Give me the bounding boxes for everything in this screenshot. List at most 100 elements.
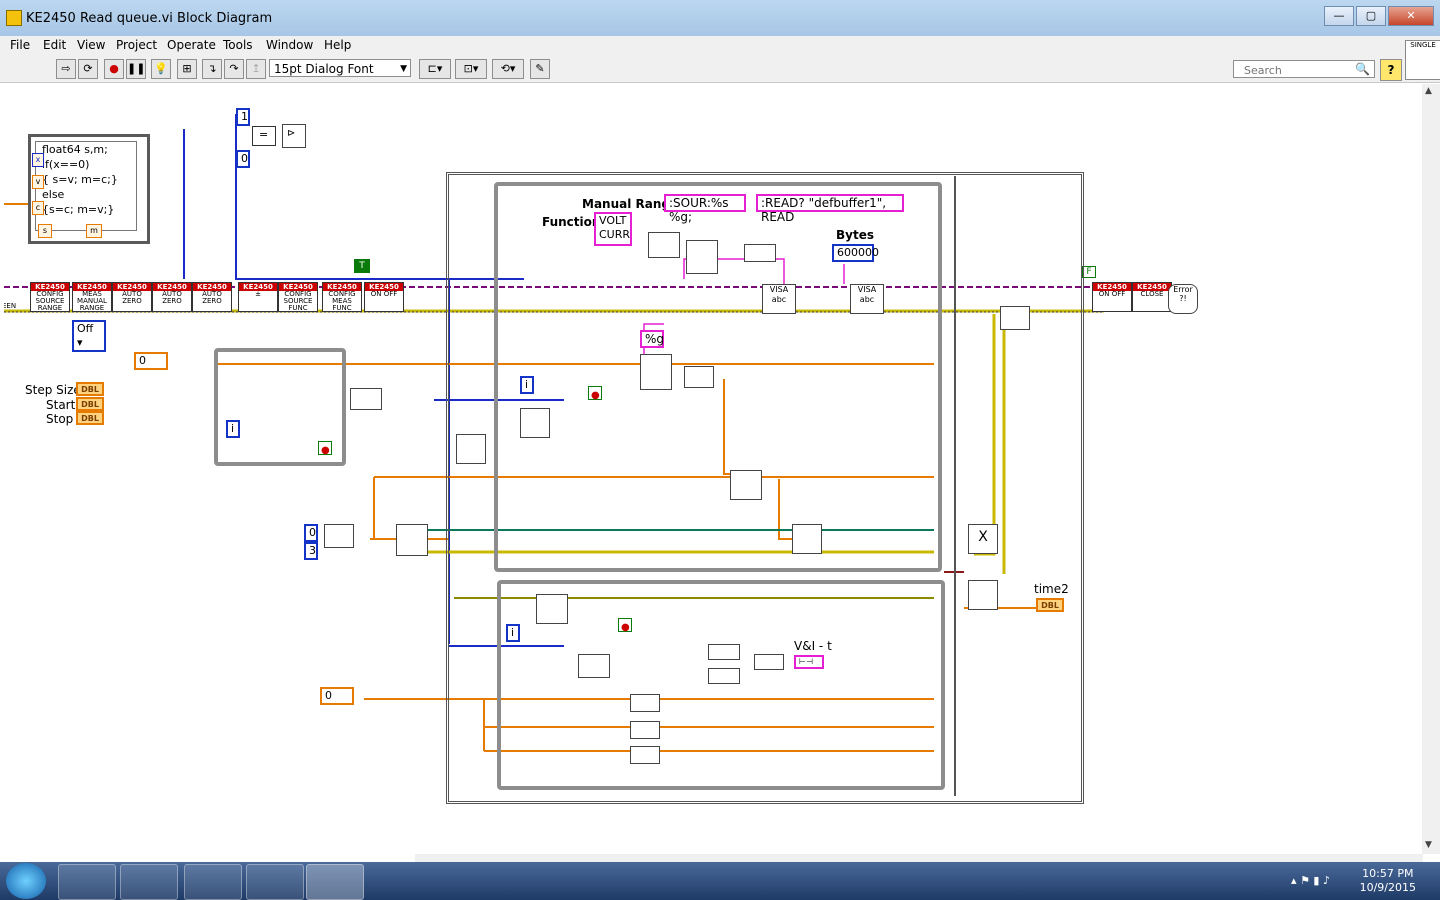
menu-file[interactable]: File bbox=[10, 38, 30, 52]
subvi-auto-zero-1[interactable]: KE2450 AUTO ZERO bbox=[112, 282, 152, 312]
menu-project[interactable]: Project bbox=[116, 38, 157, 52]
array-constant-zero-bottom[interactable]: 0 bbox=[320, 687, 354, 705]
run-continuously-icon[interactable]: ⟳ bbox=[78, 59, 98, 79]
subvi-meas-manual-range[interactable]: KE2450 MEAS MANUAL RANGE bbox=[72, 282, 112, 312]
bytes-constant[interactable]: 600000 bbox=[832, 244, 879, 262]
bottom-stop-condition-icon[interactable]: ● bbox=[618, 618, 632, 633]
select-function-icon[interactable]: ⊳ bbox=[282, 124, 306, 148]
search-box[interactable]: 🔍 bbox=[1233, 60, 1375, 78]
function-ring-constant[interactable]: VOLT CURR bbox=[594, 212, 632, 246]
font-selector[interactable]: 15pt Dialog Font ▼ bbox=[269, 59, 411, 77]
format-into-string-icon[interactable] bbox=[686, 240, 718, 274]
acrobat-icon[interactable] bbox=[246, 864, 304, 900]
search-icon[interactable]: 🔍 bbox=[1355, 62, 1370, 76]
constant-one[interactable]: 1 bbox=[236, 108, 250, 126]
labview-taskbar-icon[interactable] bbox=[306, 864, 364, 900]
system-clock[interactable]: 10:57 PM 10/9/2015 bbox=[1360, 867, 1416, 895]
search-input[interactable] bbox=[1242, 62, 1354, 78]
enqueue-element-icon[interactable] bbox=[792, 524, 822, 554]
build-array-b1-icon[interactable] bbox=[630, 694, 660, 712]
subvi-auto-zero-2[interactable]: KE2450 AUTO ZERO bbox=[152, 282, 192, 312]
vi-t-graph-terminal[interactable]: ⊢⊣ bbox=[794, 655, 824, 669]
subvi-close[interactable]: KE2450 CLOSE bbox=[1132, 282, 1172, 312]
subvi-on-off-1[interactable]: KE2450 ON OFF bbox=[364, 282, 404, 312]
stop-condition-icon[interactable]: ● bbox=[318, 441, 332, 456]
dequeue-element-icon[interactable] bbox=[536, 594, 568, 624]
constant-three[interactable]: 3 bbox=[304, 542, 318, 560]
step-size-control[interactable]: DBL bbox=[76, 382, 104, 396]
menu-view[interactable]: View bbox=[77, 38, 105, 52]
constant-zero[interactable]: 0 bbox=[236, 150, 250, 168]
bundle-icon-1[interactable] bbox=[708, 644, 740, 660]
file-explorer-icon[interactable] bbox=[120, 864, 178, 900]
context-help-icon[interactable]: ? bbox=[1380, 59, 1402, 81]
obtain-queue-icon[interactable] bbox=[396, 524, 428, 556]
build-array-top-icon[interactable] bbox=[324, 524, 354, 548]
cleanup-diagram-icon[interactable]: ✎ bbox=[530, 59, 550, 79]
retain-wire-values-icon[interactable]: ⊞ bbox=[177, 59, 197, 79]
read-command-string[interactable]: :READ? "defbuffer1", READ bbox=[756, 194, 904, 224]
bool-false-constant[interactable]: F bbox=[1082, 266, 1096, 278]
release-queue-icon[interactable]: X bbox=[968, 524, 998, 554]
select-string-icon[interactable] bbox=[648, 232, 680, 258]
internet-explorer-icon[interactable] bbox=[58, 864, 116, 900]
scroll-up-icon[interactable]: ▲ bbox=[1425, 86, 1432, 96]
vertical-scrollbar[interactable]: ▲ ▼ bbox=[1422, 84, 1440, 854]
highlight-execution-icon[interactable]: 💡 bbox=[151, 59, 171, 79]
align-objects-icon[interactable]: ⊏▾ bbox=[419, 59, 451, 79]
build-array-b3-icon[interactable] bbox=[630, 746, 660, 764]
subvi-auto-zero-3[interactable]: KE2450 AUTO ZERO bbox=[192, 282, 232, 312]
format-g-string[interactable]: %g bbox=[640, 330, 664, 348]
menu-tools[interactable]: Tools bbox=[223, 38, 253, 52]
scan-from-string-icon[interactable] bbox=[640, 354, 672, 390]
bool-true-constant[interactable]: T bbox=[354, 259, 370, 273]
menu-operate[interactable]: Operate bbox=[167, 38, 216, 52]
step-out-icon[interactable]: ↥ bbox=[246, 59, 266, 79]
distribute-objects-icon[interactable]: ⊡▾ bbox=[455, 59, 487, 79]
visa-read-icon[interactable]: VISA abc bbox=[850, 284, 884, 314]
step-into-icon[interactable]: ↴ bbox=[202, 59, 222, 79]
tick-count-icon[interactable] bbox=[520, 408, 550, 438]
build-array-icon[interactable] bbox=[684, 366, 714, 388]
run-arrow-icon[interactable]: ⇨ bbox=[56, 59, 76, 79]
maximize-button[interactable]: ▢ bbox=[1356, 6, 1386, 26]
off-enum-constant[interactable]: Off ▾ bbox=[72, 320, 106, 352]
concatenate-strings-icon[interactable] bbox=[744, 244, 776, 262]
start-control[interactable]: DBL bbox=[76, 397, 104, 411]
menu-window[interactable]: Window bbox=[266, 38, 313, 52]
tick-count-start-icon[interactable] bbox=[456, 434, 486, 464]
build-array-b2-icon[interactable] bbox=[630, 721, 660, 739]
build-array-graph-icon[interactable] bbox=[754, 654, 784, 670]
abort-icon[interactable]: ● bbox=[104, 59, 124, 79]
equal-function-icon[interactable]: = bbox=[252, 126, 276, 146]
merge-errors-icon[interactable] bbox=[1000, 306, 1030, 330]
array-size-icon[interactable] bbox=[350, 388, 382, 410]
index-array-icon[interactable] bbox=[578, 654, 610, 678]
scroll-down-icon[interactable]: ▼ bbox=[1425, 840, 1432, 850]
subvi-config-source-func[interactable]: KE2450 CONFIG SOURCE FUNC bbox=[278, 282, 318, 312]
block-diagram-canvas[interactable]: float64 s,m; if(x==0) { s=v; m=c;} else … bbox=[4, 84, 1422, 854]
close-button[interactable]: ✕ bbox=[1388, 6, 1434, 26]
while-loop-main[interactable] bbox=[494, 182, 942, 572]
main-stop-condition-icon[interactable]: ● bbox=[588, 386, 602, 401]
subvi-on-off-2[interactable]: KE2450 ON OFF bbox=[1092, 282, 1132, 312]
sour-format-string[interactable]: :SOUR:%s %g; bbox=[664, 194, 746, 224]
start-button[interactable] bbox=[6, 863, 46, 899]
array-constant-zero[interactable]: 0 bbox=[134, 352, 168, 370]
tick-count-end-icon[interactable] bbox=[968, 580, 998, 610]
step-over-icon[interactable]: ↷ bbox=[224, 59, 244, 79]
simple-error-handler-icon[interactable]: Error ?! bbox=[1168, 284, 1198, 314]
minimize-button[interactable]: — bbox=[1324, 6, 1354, 26]
menu-edit[interactable]: Edit bbox=[43, 38, 66, 52]
subvi-config-meas-func[interactable]: KE2450 CONFIG MEAS FUNC bbox=[322, 282, 362, 312]
bundle-icon-2[interactable] bbox=[708, 668, 740, 684]
horizontal-scrollbar[interactable] bbox=[415, 854, 1423, 862]
system-tray-icons[interactable]: ▴ ⚑ ▮ ♪ bbox=[1291, 874, 1330, 887]
stop-control[interactable]: DBL bbox=[76, 411, 104, 425]
visa-write-icon[interactable]: VISA abc bbox=[762, 284, 796, 314]
constant-zero-blue[interactable]: 0 bbox=[304, 524, 318, 542]
insert-into-array-icon[interactable] bbox=[730, 470, 762, 500]
subvi-config-source-range[interactable]: KE2450 CONFIG SOURCE RANGE bbox=[30, 282, 70, 312]
reorder-icon[interactable]: ⟲▾ bbox=[492, 59, 524, 79]
chrome-icon[interactable] bbox=[184, 864, 242, 900]
